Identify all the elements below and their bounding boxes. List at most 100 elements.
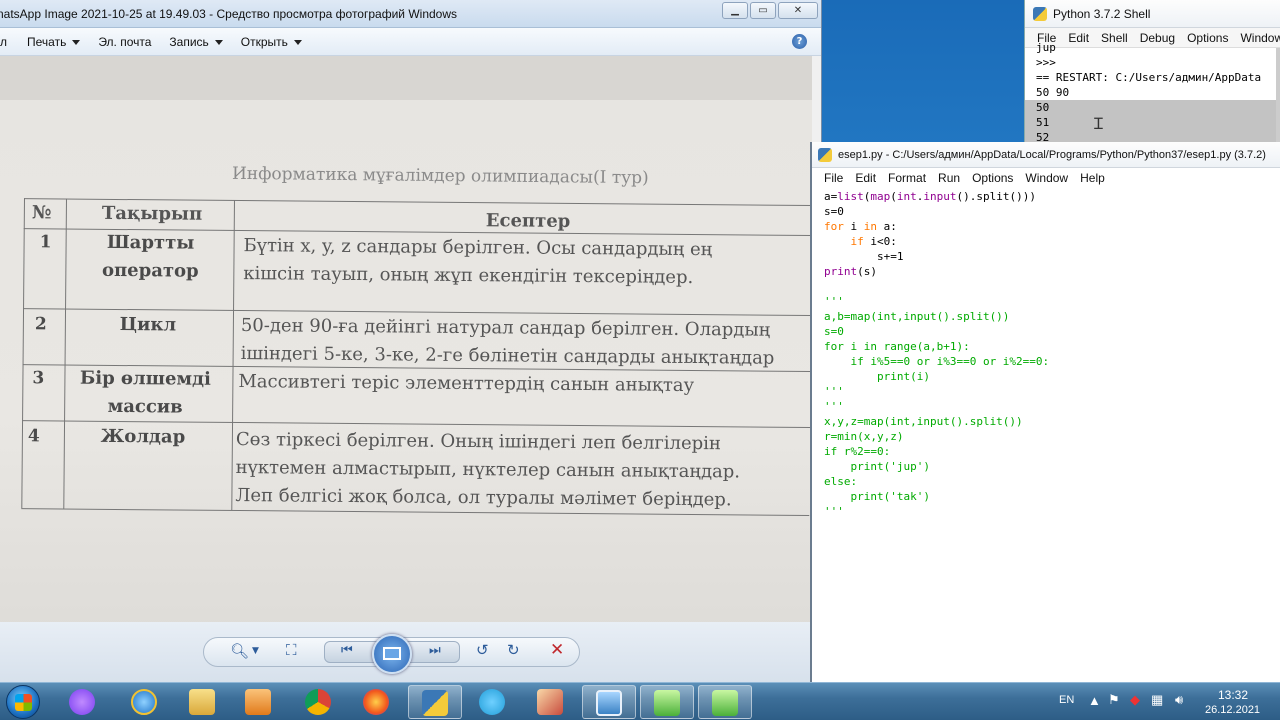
minimize-button[interactable]: ▁ <box>722 2 748 19</box>
shell-line: 50 90 <box>1036 86 1070 99</box>
taskbar-camtasia-2[interactable] <box>698 685 752 719</box>
shell-output[interactable]: jup >>> == RESTART: C:/Users/админ/AppDa… <box>1025 40 1280 142</box>
security-icon[interactable]: ◆ <box>1130 692 1140 708</box>
idle-editor-window: esep1.py - C:/Users/админ/AppData/Local/… <box>810 142 1280 682</box>
windows-logo-icon <box>15 694 32 711</box>
slideshow-button[interactable] <box>372 634 412 674</box>
code-area[interactable]: a=list(map(int.input().split())) s=0 for… <box>824 189 1049 519</box>
language-indicator[interactable]: EN <box>1059 694 1074 706</box>
editor-titlebar[interactable]: esep1.py - C:/Users/админ/AppData/Local/… <box>812 142 1280 168</box>
viewer-menubar: л Печать Эл. почта Запись Открыть <box>0 28 821 56</box>
editor-menubar: File Edit Format Run Options Window Help <box>812 168 1280 188</box>
row-4-task-line-3: Леп белгісі жоқ болса, ол туралы мәлімет… <box>235 485 732 511</box>
menu-print-label: Печать <box>27 34 67 49</box>
viewer-window-buttons: ▁ ▭ ✕ <box>722 2 818 19</box>
rotate-right-icon[interactable]: ↻ <box>507 641 520 659</box>
editor-title: esep1.py - C:/Users/админ/AppData/Local/… <box>838 148 1266 161</box>
editor-menu-options[interactable]: Options <box>972 171 1013 185</box>
shell-line-selected: 50 <box>1025 100 1280 115</box>
volume-icon[interactable]: 🔊︎ <box>1175 692 1183 708</box>
shell-titlebar[interactable]: Python 3.7.2 Shell <box>1025 0 1280 28</box>
taskbar-alice[interactable] <box>56 685 110 719</box>
menu-open[interactable]: Открыть <box>241 35 302 49</box>
row-4-num: 4 <box>27 426 40 447</box>
shell-line-selected: 52 <box>1025 130 1280 142</box>
menu-email[interactable]: Эл. почта <box>98 35 151 49</box>
shell-line: jup <box>1036 41 1056 54</box>
telegram-icon <box>479 689 505 715</box>
taskbar-python[interactable] <box>408 685 462 719</box>
menu-file[interactable]: л <box>0 35 7 49</box>
editor-menu-run[interactable]: Run <box>938 171 960 185</box>
viewer-titlebar[interactable]: natsApp Image 2021-10-25 at 19.49.03 - С… <box>0 0 821 28</box>
close-button[interactable]: ✕ <box>778 2 818 19</box>
maximize-icon: ▭ <box>758 5 768 16</box>
maximize-button[interactable]: ▭ <box>750 2 776 19</box>
editor-menu-edit[interactable]: Edit <box>855 171 876 185</box>
shell-scrollbar[interactable] <box>1276 48 1280 142</box>
shell-line-selected: 51 <box>1025 115 1280 130</box>
row-3-task: Массивтегі теріс элементтердің санын аны… <box>238 371 695 397</box>
minimize-icon: ▁ <box>731 5 739 16</box>
row-4-task: Сөз тіркесі берілген. Оның ішіндегі леп … <box>235 426 740 514</box>
chevron-down-icon <box>293 39 302 45</box>
taskbar-media[interactable] <box>232 685 286 719</box>
zoom-icon[interactable]: 🔍︎ <box>230 642 249 660</box>
menu-burn[interactable]: Запись <box>169 35 223 49</box>
rotate-left-icon[interactable]: ↺ <box>476 641 489 659</box>
menu-print[interactable]: Печать <box>27 34 81 49</box>
editor-menu-window[interactable]: Window <box>1025 171 1068 185</box>
row-1-task: Бүтін x, y, z сандары берілген. Осы санд… <box>243 232 712 292</box>
action-center-icon[interactable]: ⚑ <box>1108 692 1120 708</box>
chevron-down-icon <box>214 39 223 45</box>
editor-menu-file[interactable]: File <box>824 171 843 185</box>
next-icon[interactable]: ⏭ <box>429 643 441 658</box>
taskbar-chrome[interactable] <box>292 685 346 719</box>
row-4-topic: Жолдар <box>100 425 186 448</box>
row-1-topic-line-1: Шартты <box>106 231 195 254</box>
photo-viewer-window: natsApp Image 2021-10-25 at 19.49.03 - С… <box>0 0 822 682</box>
editor-menu-help[interactable]: Help <box>1080 171 1105 185</box>
help-icon[interactable]: ? <box>792 34 807 49</box>
row-3-num: 3 <box>32 368 45 389</box>
previous-icon[interactable]: ⏮ <box>341 643 353 658</box>
taskbar-firefox[interactable] <box>350 685 404 719</box>
chevron-down-icon <box>72 39 81 45</box>
delete-icon[interactable]: ✕ <box>550 640 564 660</box>
taskbar-ie[interactable] <box>118 685 172 719</box>
chevron-down-icon[interactable]: ▼ <box>252 646 259 656</box>
close-icon: ✕ <box>793 5 803 16</box>
header-tasks: Есептер <box>485 210 571 232</box>
row-3-topic: Бір өлшемді массив <box>60 364 230 421</box>
network-icon[interactable]: ▦ <box>1151 692 1163 708</box>
paint-icon <box>537 689 563 715</box>
python-icon <box>422 690 448 716</box>
photo-viewer-icon <box>596 690 622 716</box>
clock-date[interactable]: 26.12.2021 <box>1205 704 1260 716</box>
python-icon <box>1033 6 1047 21</box>
camtasia-icon <box>654 690 680 716</box>
taskbar-photo-viewer[interactable] <box>582 685 636 719</box>
start-button[interactable] <box>6 685 40 719</box>
taskbar-telegram[interactable] <box>466 685 520 719</box>
shell-line: >>> <box>1036 56 1056 69</box>
taskbar-camtasia-1[interactable] <box>640 685 694 719</box>
folder-icon <box>189 689 215 715</box>
show-hidden-icons[interactable]: ▲ <box>1088 693 1101 708</box>
header-num: № <box>31 202 52 224</box>
camtasia-icon <box>712 690 738 716</box>
row-4-task-line-1: Сөз тіркесі берілген. Оның ішіндегі леп … <box>235 429 722 455</box>
shell-title: Python 3.7.2 Shell <box>1053 6 1151 21</box>
taskbar-explorer[interactable] <box>176 685 230 719</box>
python-shell-window: Python 3.7.2 Shell File Edit Shell Debug… <box>1024 0 1280 142</box>
header-topic: Тақырып <box>101 202 203 225</box>
row-2-task: 50-ден 90-ға дейінгі натурал сандар бері… <box>241 312 775 373</box>
row-1-task-line-2: кішсін тауып, оның жұп екендігін тексері… <box>243 263 694 288</box>
editor-menu-format[interactable]: Format <box>888 171 926 185</box>
shell-line: == RESTART: C:/Users/админ/AppData <box>1036 71 1262 84</box>
fit-window-icon[interactable]: ⛶ <box>286 641 297 659</box>
taskbar-paint[interactable] <box>524 685 578 719</box>
python-icon <box>818 147 832 162</box>
chrome-icon <box>305 689 331 715</box>
clock-time[interactable]: 13:32 <box>1218 688 1248 702</box>
